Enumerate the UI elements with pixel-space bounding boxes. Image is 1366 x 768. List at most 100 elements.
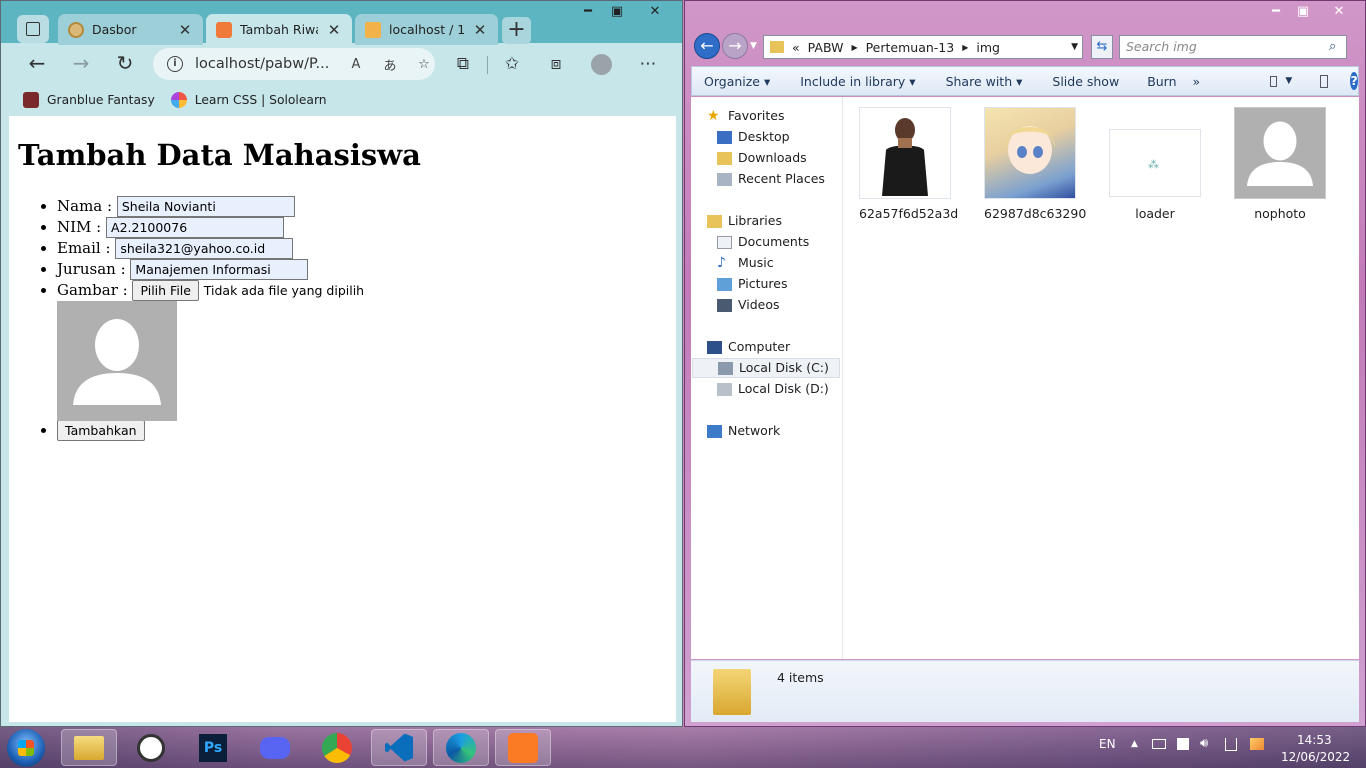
info-icon[interactable]: i bbox=[167, 56, 183, 72]
sidebar-item-pictures[interactable]: Pictures bbox=[717, 274, 788, 294]
favorite-star-icon[interactable]: ☆ bbox=[413, 57, 435, 72]
taskbar-explorer[interactable] bbox=[61, 729, 117, 766]
clock-date[interactable]: 12/06/2022 bbox=[1281, 750, 1350, 764]
back-arrow-icon[interactable]: ← bbox=[694, 33, 720, 59]
back-arrow-icon[interactable]: ← bbox=[23, 49, 51, 77]
collections-icon[interactable]: ⧈ bbox=[545, 53, 567, 75]
profile-avatar-icon[interactable] bbox=[591, 54, 612, 75]
breadcrumb-pertemuan[interactable]: Pertemuan-13 bbox=[866, 40, 955, 55]
sidebar-item-recent-places[interactable]: Recent Places bbox=[717, 169, 825, 189]
sidebar-label: Computer bbox=[728, 339, 791, 354]
network-status-icon[interactable] bbox=[1250, 738, 1264, 750]
translate-icon[interactable]: あ bbox=[379, 55, 401, 74]
view-options-icon[interactable] bbox=[1270, 75, 1278, 87]
sidebar-item-local-disk-c[interactable]: Local Disk (C:) bbox=[692, 358, 840, 378]
nim-input[interactable] bbox=[106, 217, 285, 238]
sidebar-item-downloads[interactable]: Downloads bbox=[717, 148, 807, 168]
taskbar-edge[interactable] bbox=[433, 729, 489, 766]
burn-button[interactable]: Burn bbox=[1147, 74, 1176, 89]
sidebar-item-local-disk-d[interactable]: Local Disk (D:) bbox=[717, 379, 829, 399]
jurusan-input[interactable] bbox=[130, 259, 309, 280]
recent-pages-chevron-icon[interactable]: ▼ bbox=[750, 41, 757, 51]
taskbar-chrome[interactable] bbox=[309, 729, 365, 766]
preview-pane-icon[interactable] bbox=[1320, 74, 1329, 88]
minimize-button[interactable]: ━ bbox=[1263, 2, 1289, 22]
refresh-icon[interactable]: ⇆ bbox=[1091, 35, 1113, 59]
chevron-right-icon[interactable]: ▶ bbox=[851, 43, 857, 52]
close-icon[interactable]: ✕ bbox=[472, 21, 488, 39]
extensions-icon[interactable]: ⧉ bbox=[452, 53, 474, 75]
read-aloud-icon[interactable]: A bbox=[345, 57, 367, 72]
battery-icon[interactable] bbox=[1152, 739, 1166, 749]
refresh-icon[interactable]: ↻ bbox=[111, 49, 139, 77]
bookmark-granblue[interactable]: Granblue Fantasy bbox=[23, 92, 155, 108]
tab-actions-button[interactable] bbox=[17, 15, 49, 43]
file-item[interactable]: nophoto bbox=[1234, 107, 1326, 221]
include-in-library-menu[interactable]: Include in library ▾ bbox=[800, 74, 915, 89]
field-label: Gambar : bbox=[57, 281, 128, 299]
sidebar-item-computer[interactable]: Computer bbox=[707, 337, 790, 357]
tab-dasbor[interactable]: Dasbor ✕ bbox=[58, 14, 203, 45]
help-icon[interactable]: ? bbox=[1350, 72, 1359, 90]
favorites-icon[interactable]: ✩ bbox=[501, 53, 523, 75]
tab-localhost[interactable]: localhost / 127 ✕ bbox=[355, 14, 498, 45]
toolbar-divider bbox=[487, 56, 488, 74]
share-with-menu[interactable]: Share with ▾ bbox=[946, 74, 1023, 89]
person-photo-icon bbox=[882, 118, 928, 196]
sidebar-item-documents[interactable]: Documents bbox=[717, 232, 809, 252]
chevron-down-icon[interactable]: ▼ bbox=[1071, 42, 1078, 52]
slide-show-button[interactable]: Slide show bbox=[1052, 74, 1119, 89]
minimize-button[interactable]: ━ bbox=[575, 2, 601, 22]
address-bar[interactable]: i localhost/pabw/P... A あ ☆ bbox=[153, 48, 435, 80]
choose-file-button[interactable]: Pilih File bbox=[132, 280, 199, 301]
start-button[interactable] bbox=[7, 729, 45, 767]
bookmark-sololearn[interactable]: Learn CSS | Sololearn bbox=[170, 92, 327, 108]
search-input[interactable]: Search img bbox=[1119, 35, 1347, 59]
taskbar-xampp[interactable] bbox=[495, 729, 551, 766]
email-input[interactable] bbox=[115, 238, 294, 259]
show-hidden-icons-chevron-icon[interactable]: ▲ bbox=[1131, 739, 1138, 749]
maximize-button[interactable]: ▣ bbox=[1290, 2, 1316, 22]
close-window-button[interactable]: ✕ bbox=[635, 2, 675, 22]
file-item[interactable]: 62a57f6d52a3d bbox=[859, 107, 958, 221]
sidebar-item-network[interactable]: Network bbox=[707, 421, 780, 441]
volume-icon[interactable]: 🔊︎ bbox=[1200, 736, 1208, 751]
file-item[interactable]: ⁂ loader bbox=[1109, 107, 1201, 221]
search-icon[interactable]: ⌕ bbox=[1329, 39, 1336, 54]
chevron-down-icon[interactable]: ▼ bbox=[1285, 76, 1292, 86]
close-window-button[interactable]: ✕ bbox=[1319, 2, 1359, 22]
forward-arrow-icon[interactable]: → bbox=[722, 33, 748, 59]
close-icon[interactable]: ✕ bbox=[177, 21, 193, 39]
organize-menu[interactable]: Organize ▾ bbox=[704, 74, 770, 89]
action-center-icon[interactable] bbox=[1177, 738, 1189, 750]
explorer-address-bar[interactable]: « PABW ▶ Pertemuan-13 ▶ img ▼ bbox=[763, 35, 1083, 59]
sidebar-item-desktop[interactable]: Desktop bbox=[717, 127, 790, 147]
network-icon bbox=[707, 424, 722, 438]
file-item[interactable]: 62987d8c63290 bbox=[984, 107, 1086, 221]
language-indicator[interactable]: EN bbox=[1099, 737, 1116, 751]
maximize-button[interactable]: ▣ bbox=[604, 2, 630, 22]
sidebar-item-music[interactable]: ♪ Music bbox=[717, 253, 774, 273]
breadcrumb-pabw[interactable]: PABW bbox=[808, 40, 844, 55]
taskbar-clipstudio[interactable] bbox=[123, 729, 179, 766]
close-icon[interactable]: ✕ bbox=[326, 21, 342, 39]
forward-arrow-icon[interactable]: → bbox=[67, 49, 95, 77]
sidebar-label: Documents bbox=[738, 234, 810, 249]
clock-time[interactable]: 14:53 bbox=[1297, 733, 1332, 747]
nama-input[interactable] bbox=[116, 196, 295, 217]
sidebar-item-favorites[interactable]: ★ Favorites bbox=[707, 106, 784, 126]
more-commands-button[interactable]: » bbox=[1193, 74, 1201, 89]
taskbar-discord[interactable] bbox=[247, 729, 303, 766]
sidebar-item-videos[interactable]: Videos bbox=[717, 295, 780, 315]
tambahkan-button[interactable]: Tambahkan bbox=[57, 420, 145, 441]
breadcrumb-overflow[interactable]: « bbox=[792, 40, 800, 55]
breadcrumb-img[interactable]: img bbox=[976, 40, 1000, 55]
sidebar-item-libraries[interactable]: Libraries bbox=[707, 211, 782, 231]
tab-tambah-riwayat[interactable]: Tambah Riwaya ✕ bbox=[206, 14, 352, 45]
more-options-icon[interactable]: ⋯ bbox=[637, 53, 659, 75]
taskbar-vscode[interactable] bbox=[371, 729, 427, 766]
taskbar-photoshop[interactable]: Ps bbox=[185, 729, 241, 766]
chevron-right-icon[interactable]: ▶ bbox=[962, 43, 968, 52]
usb-icon[interactable] bbox=[1225, 738, 1237, 751]
new-tab-button[interactable]: + bbox=[502, 17, 531, 44]
